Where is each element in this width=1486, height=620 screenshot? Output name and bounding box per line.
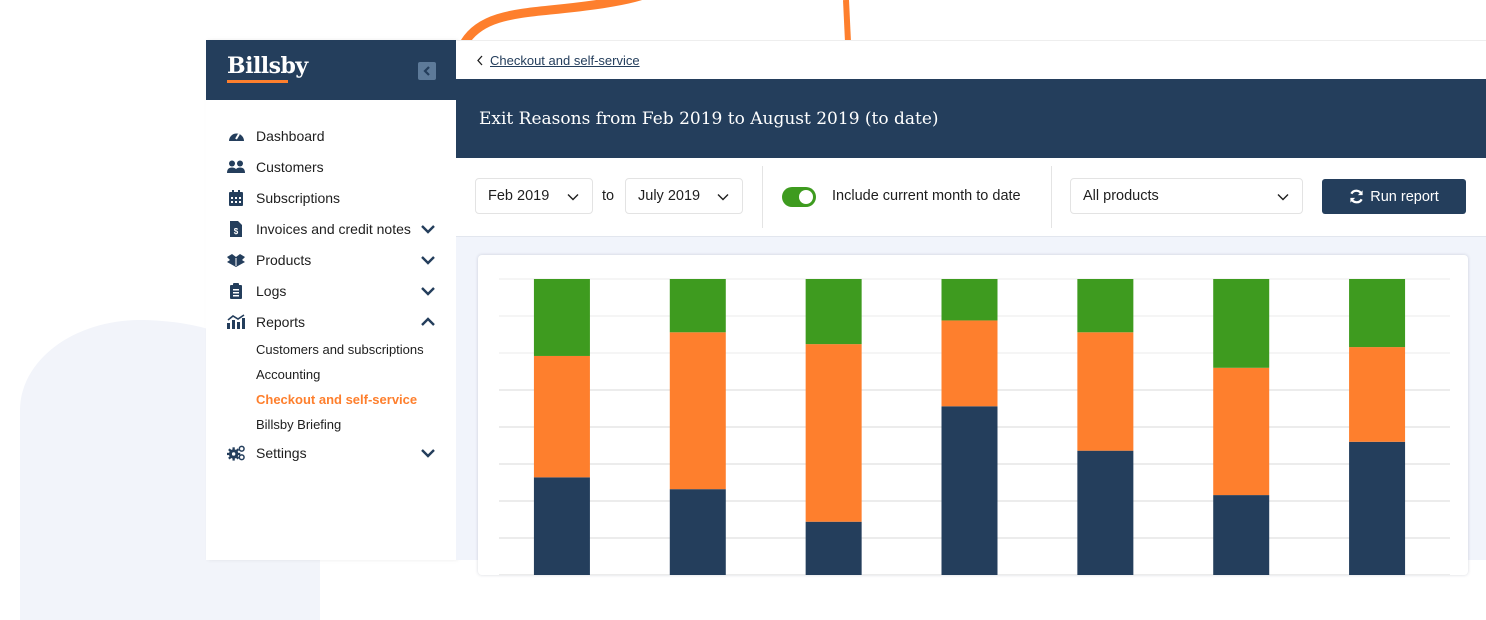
bar-segment-5-series-1[interactable] [1077, 450, 1134, 575]
divider [762, 166, 763, 228]
page-header: Exit Reasons from Feb 2019 to August 201… [456, 79, 1486, 158]
page-title: Exit Reasons from Feb 2019 to August 201… [479, 109, 939, 129]
bar-segment-2-series-3[interactable] [669, 279, 726, 333]
box-open-icon [227, 251, 245, 269]
chevron-down-icon[interactable] [420, 283, 436, 299]
sidebar-item-label: Reports [256, 313, 306, 330]
sidebar-item-customers[interactable]: Customers [206, 151, 456, 182]
background-squiggle [460, 0, 851, 42]
bar-segment-1-series-3[interactable] [533, 279, 590, 356]
refresh-icon [1350, 189, 1363, 204]
chevron-down-icon [567, 194, 579, 201]
sidebar-item-invoices[interactable]: $ Invoices and credit notes [206, 213, 456, 244]
chevron-down-icon[interactable] [420, 252, 436, 268]
clipboard-list-icon [227, 282, 245, 300]
toggle-knob [799, 190, 813, 204]
submenu-item-accounting[interactable]: Accounting [206, 362, 456, 387]
sidebar-item-logs[interactable]: Logs [206, 275, 456, 306]
sidebar-item-label: Products [256, 251, 312, 268]
product-value: All products [1083, 188, 1159, 204]
submenu-item-billsby-briefing[interactable]: Billsby Briefing [206, 412, 456, 437]
to-month-value: July 2019 [638, 188, 701, 204]
include-current-month-label: Include current month to date [832, 188, 1021, 204]
chevron-down-icon [717, 194, 729, 201]
bar-segment-3-series-2[interactable] [805, 344, 862, 522]
billsby-logo[interactable]: Billsby [227, 53, 308, 79]
bar-segment-5-series-3[interactable] [1077, 279, 1134, 333]
sidebar-nav: Dashboard Customers Subscriptions $ Invo… [206, 120, 456, 468]
sidebar-item-dashboard[interactable]: Dashboard [206, 120, 456, 151]
sidebar-item-subscriptions[interactable]: Subscriptions [206, 182, 456, 213]
collapse-sidebar-button[interactable] [418, 62, 436, 80]
chart-analytics-icon [227, 313, 245, 331]
bar-segment-1-series-1[interactable] [533, 477, 590, 575]
dashboard-gauge-icon [227, 127, 245, 145]
chevron-left-icon [423, 66, 430, 76]
breadcrumb-label[interactable]: Checkout and self-service [490, 53, 640, 68]
bar-segment-7-series-1[interactable] [1349, 441, 1406, 575]
logo-underline [227, 80, 288, 83]
bar-segment-6-series-2[interactable] [1213, 367, 1270, 496]
divider [1051, 166, 1052, 228]
calendar-icon [227, 189, 245, 207]
sidebar: Billsby Dashboard Customers Subscription… [206, 40, 456, 560]
chevron-down-icon[interactable] [420, 445, 436, 461]
bar-segment-1-series-2[interactable] [533, 355, 590, 478]
exit-reasons-chart-card [478, 255, 1468, 575]
run-report-label: Run report [1370, 188, 1439, 205]
chevron-down-icon[interactable] [420, 221, 436, 237]
bar-segment-2-series-1[interactable] [669, 489, 726, 575]
sidebar-item-label: Logs [256, 282, 287, 299]
cogs-icon [227, 444, 245, 462]
bar-segment-6-series-3[interactable] [1213, 279, 1270, 368]
run-report-button[interactable]: Run report [1322, 179, 1466, 214]
bar-segment-6-series-1[interactable] [1213, 495, 1270, 575]
svg-text:$: $ [234, 227, 239, 236]
breadcrumb-bar: Checkout and self-service [456, 40, 1486, 80]
from-month-select[interactable]: Feb 2019 [475, 178, 593, 214]
to-label: to [602, 188, 615, 204]
sidebar-item-label: Subscriptions [256, 189, 341, 206]
exit-reasons-stacked-bar-chart [499, 278, 1450, 575]
include-current-month-toggle[interactable] [782, 187, 816, 207]
bar-segment-7-series-3[interactable] [1349, 279, 1406, 348]
sidebar-item-reports[interactable]: Reports [206, 306, 456, 337]
main-content: Checkout and self-service Exit Reasons f… [456, 40, 1486, 575]
sidebar-item-products[interactable]: Products [206, 244, 456, 275]
sidebar-item-label: Invoices and credit notes [256, 220, 411, 237]
submenu-item-customers-subscriptions[interactable]: Customers and subscriptions [206, 337, 456, 362]
invoice-dollar-icon: $ [227, 220, 245, 238]
reports-submenu: Customers and subscriptions Accounting C… [206, 337, 456, 437]
chevron-left-icon [477, 55, 483, 66]
sidebar-item-label: Customers [256, 158, 324, 175]
chevron-up-icon[interactable] [420, 314, 436, 330]
sidebar-item-label: Settings [256, 444, 307, 461]
bar-segment-5-series-2[interactable] [1077, 332, 1134, 451]
report-filters: Feb 2019 to July 2019 Include current mo… [456, 158, 1486, 237]
bar-segment-2-series-2[interactable] [669, 332, 726, 490]
to-month-select[interactable]: July 2019 [625, 178, 743, 214]
bar-segment-4-series-2[interactable] [941, 320, 998, 407]
product-select[interactable]: All products [1070, 178, 1303, 214]
breadcrumb-back-link[interactable]: Checkout and self-service [476, 53, 640, 68]
chevron-down-icon [1277, 194, 1289, 201]
bar-segment-7-series-2[interactable] [1349, 347, 1406, 442]
from-month-value: Feb 2019 [488, 188, 550, 204]
bar-segment-4-series-3[interactable] [941, 279, 998, 321]
bar-segment-3-series-3[interactable] [805, 279, 862, 345]
sidebar-header: Billsby [206, 40, 456, 100]
bar-segment-3-series-1[interactable] [805, 521, 862, 575]
sidebar-item-settings[interactable]: Settings [206, 437, 456, 468]
sidebar-item-label: Dashboard [256, 127, 325, 144]
users-icon [227, 158, 245, 176]
submenu-item-checkout-self-service[interactable]: Checkout and self-service [206, 387, 456, 412]
